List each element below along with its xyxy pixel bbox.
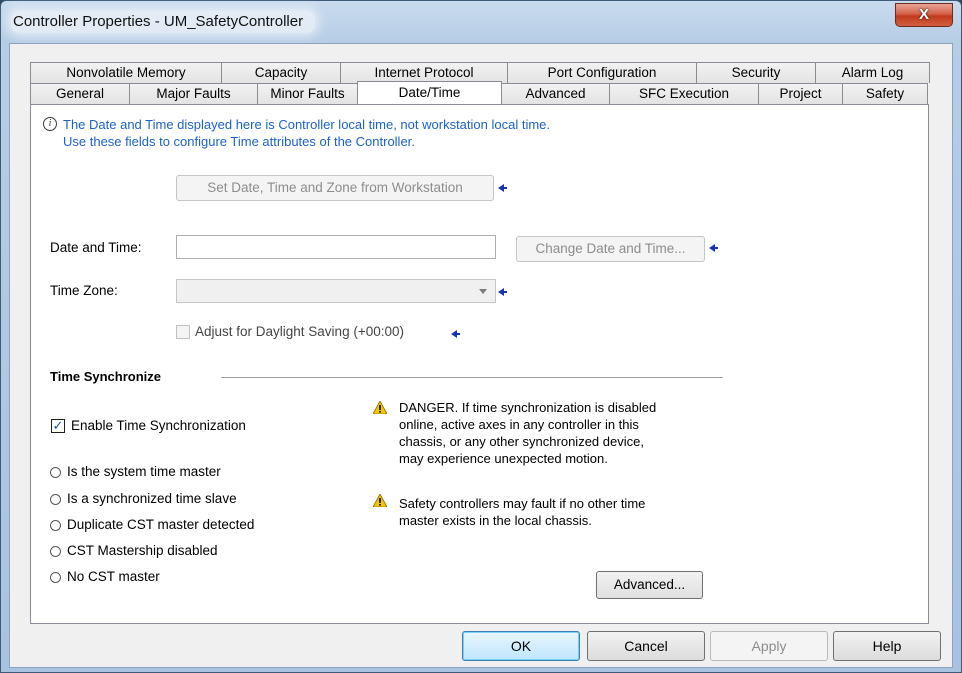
dialog-window: Controller Properties - UM_SafetyControl… <box>0 0 962 673</box>
radio-system-time-master <box>50 467 61 478</box>
blue-arrow-icon <box>498 288 507 296</box>
status-duplicate-cst: Duplicate CST master detected <box>67 517 255 532</box>
radio-no-cst-master <box>50 572 61 583</box>
radio-synchronized-slave <box>50 494 61 505</box>
radio-duplicate-cst <box>50 520 61 531</box>
close-button[interactable]: X <box>895 3 953 27</box>
date-time-field[interactable] <box>176 235 496 259</box>
date-time-panel: i The Date and Time displayed here is Co… <box>30 104 929 624</box>
daylight-saving-checkbox[interactable] <box>176 325 190 339</box>
blue-arrow-icon <box>498 184 507 192</box>
tab-alarm-log[interactable]: Alarm Log <box>815 62 930 83</box>
warning-icon <box>373 401 387 414</box>
info-line-1: The Date and Time displayed here is Cont… <box>63 117 550 132</box>
info-message: The Date and Time displayed here is Cont… <box>63 116 550 150</box>
status-synchronized-slave: Is a synchronized time slave <box>67 491 237 506</box>
enable-time-sync-checkbox[interactable]: ✓ <box>51 419 65 433</box>
enable-time-sync-label: Enable Time Synchronization <box>71 418 246 433</box>
tab-row-back: Nonvolatile Memory Capacity Internet Pro… <box>30 62 930 83</box>
tab-project[interactable]: Project <box>758 83 843 104</box>
dialog-client-area: Nonvolatile Memory Capacity Internet Pro… <box>9 43 953 668</box>
time-zone-label: Time Zone: <box>50 283 118 298</box>
tab-safety[interactable]: Safety <box>842 83 928 104</box>
date-time-label: Date and Time: <box>50 240 142 255</box>
tab-advanced[interactable]: Advanced <box>501 83 610 104</box>
cancel-button[interactable]: Cancel <box>587 631 705 661</box>
tab-row-front: General Major Faults Minor Faults Date/T… <box>30 81 930 104</box>
apply-button[interactable]: Apply <box>710 631 828 661</box>
status-no-cst-master: No CST master <box>67 569 160 584</box>
blue-arrow-icon <box>709 244 718 252</box>
set-from-workstation-button[interactable]: Set Date, Time and Zone from Workstation <box>176 175 494 201</box>
safety-line-2: master exists in the local chassis. <box>399 513 592 528</box>
time-zone-dropdown[interactable] <box>176 279 496 303</box>
change-date-time-button[interactable]: Change Date and Time... <box>516 236 705 262</box>
help-button[interactable]: Help <box>833 631 941 661</box>
danger-line-4: may experience unexpected motion. <box>399 451 608 466</box>
status-cst-mastership-disabled: CST Mastership disabled <box>67 543 218 558</box>
danger-line-2: online, active axes in any controller in… <box>399 417 639 432</box>
section-divider <box>221 377 723 378</box>
status-system-time-master: Is the system time master <box>67 464 221 479</box>
info-icon: i <box>43 117 57 131</box>
time-synchronize-title: Time Synchronize <box>50 369 162 384</box>
tab-capacity[interactable]: Capacity <box>221 62 341 83</box>
title-bar[interactable]: Controller Properties - UM_SafetyControl… <box>1 1 961 43</box>
tab-port-configuration[interactable]: Port Configuration <box>507 62 697 83</box>
tab-sfc-execution[interactable]: SFC Execution <box>609 83 759 104</box>
ok-button[interactable]: OK <box>462 631 580 661</box>
tab-date-time[interactable]: Date/Time <box>357 81 502 104</box>
daylight-saving-label: Adjust for Daylight Saving (+00:00) <box>195 324 404 339</box>
blue-arrow-icon <box>451 330 460 338</box>
danger-line-3: chassis, or any other synchronized devic… <box>399 434 644 449</box>
tab-security[interactable]: Security <box>696 62 816 83</box>
safety-line-1: Safety controllers may fault if no other… <box>399 496 646 511</box>
danger-line-1: DANGER. If time synchronization is disab… <box>399 400 657 415</box>
tab-minor-faults[interactable]: Minor Faults <box>257 83 358 104</box>
tab-nonvolatile-memory[interactable]: Nonvolatile Memory <box>30 62 222 83</box>
info-line-2: Use these fields to configure Time attri… <box>63 134 415 149</box>
time-sync-advanced-button[interactable]: Advanced... <box>596 571 703 599</box>
safety-warning-text: Safety controllers may fault if no other… <box>399 495 645 529</box>
danger-warning-text: DANGER. If time synchronization is disab… <box>399 399 656 467</box>
radio-cst-mastership-disabled <box>50 546 61 557</box>
tab-general[interactable]: General <box>30 83 130 104</box>
warning-icon <box>373 494 387 507</box>
tab-major-faults[interactable]: Major Faults <box>129 83 258 104</box>
tab-internet-protocol[interactable]: Internet Protocol <box>340 62 508 83</box>
window-title: Controller Properties - UM_SafetyControl… <box>11 11 316 33</box>
chevron-down-icon <box>479 289 487 294</box>
